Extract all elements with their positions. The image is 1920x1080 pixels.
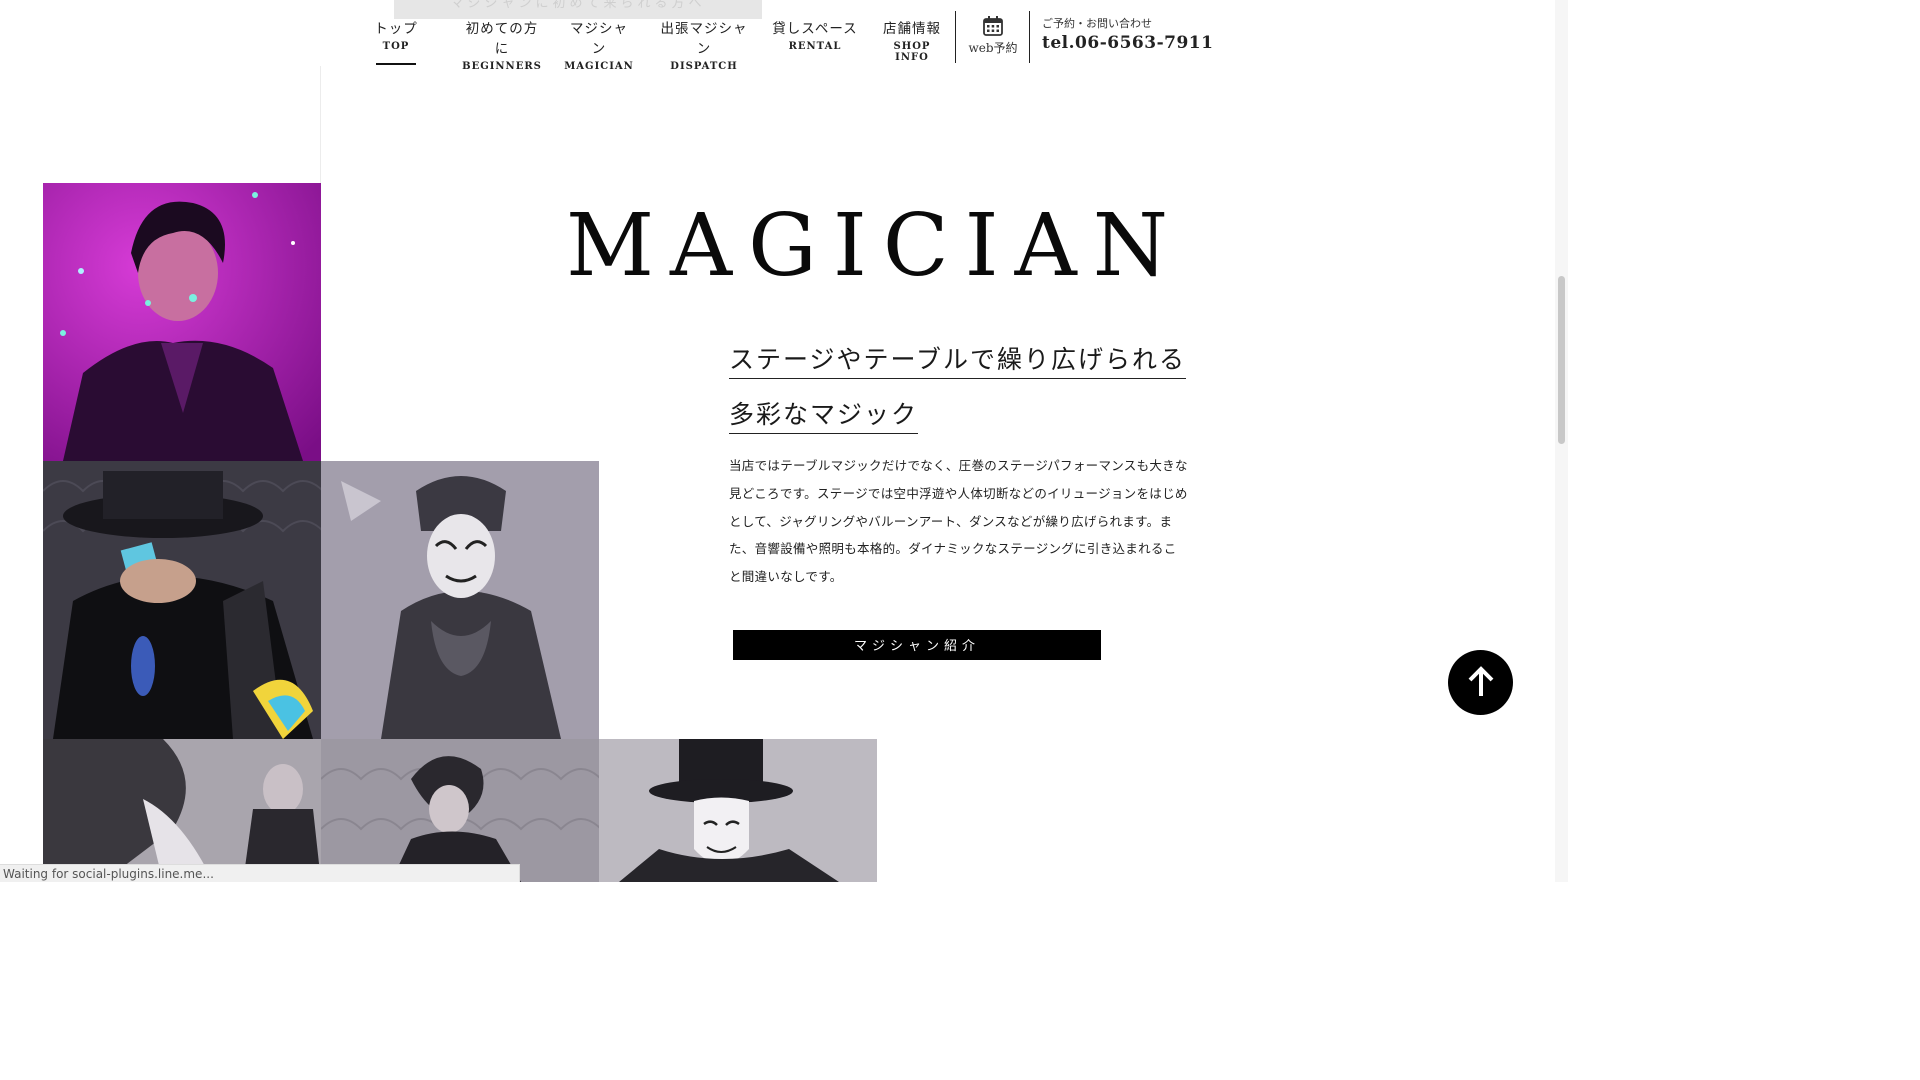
section-divider-line (320, 66, 321, 184)
headline-line-1: ステージやテーブルで繰り広げられる (729, 334, 1187, 379)
magician-photo-dancer (43, 739, 321, 882)
phone-number[interactable]: tel.06-6563-7911 (1042, 33, 1213, 53)
nav-item-sublabel: SHOP INFO (893, 41, 931, 63)
headline-line-2: 多彩なマジック (729, 389, 919, 434)
nav-item-sublabel: BEGINNERS (462, 61, 542, 72)
nav-divider (955, 11, 956, 63)
magician-photo-opera-mask (321, 461, 599, 739)
magician-photo-pink (43, 183, 321, 461)
nav-item-label: 貸しスペース (772, 21, 858, 37)
nav-item-dispatch[interactable]: 出張マジシャン DISPATCH (654, 17, 754, 72)
nav-item-label: トップ (374, 21, 418, 37)
magician-photo-hat-fan (43, 461, 321, 739)
calendar-icon (962, 15, 1024, 37)
nav-item-shop-info[interactable]: 店舗情報 SHOP INFO (878, 17, 946, 63)
back-to-top-button[interactable] (1448, 650, 1513, 715)
browser-status-bar: Waiting for social-plugins.line.me... (0, 864, 520, 882)
magician-intro-button[interactable]: マジシャン紹介 (733, 630, 1101, 660)
nav-item-sublabel: RENTAL (788, 41, 842, 52)
nav-item-beginners[interactable]: 初めての方に BEGINNERS (460, 17, 544, 72)
nav-item-label: 初めての方に (465, 21, 539, 57)
section-headline: ステージやテーブルで繰り広げられる 多彩なマジック (729, 334, 1199, 444)
scrollbar-thumb[interactable] (1558, 276, 1565, 444)
section-title: MAGICIAN (566, 196, 1184, 296)
nav-divider (1029, 11, 1030, 63)
nav-item-magician[interactable]: マジシャン MAGICIAN (563, 17, 635, 72)
section-description: 当店ではテーブルマジックだけでなく、圧巻のステージパフォーマンスも大きな見どころ… (729, 458, 1188, 585)
nav-item-top[interactable]: トップ TOP (374, 17, 418, 65)
nav-item-label: 店舗情報 (883, 21, 941, 37)
nav-item-rental[interactable]: 貸しスペース RENTAL (772, 17, 858, 52)
nav-item-label: 出張マジシャン (660, 21, 748, 57)
page-scrollbar[interactable] (1555, 0, 1568, 882)
contact-block[interactable]: ご予約・お問い合わせ tel.06-6563-7911 (1042, 15, 1213, 53)
nav-item-label: マジシャン (570, 21, 628, 57)
web-reserve-button[interactable]: web予約 (962, 15, 1024, 56)
nav-item-sublabel: TOP (382, 41, 410, 52)
contact-label: ご予約・お問い合わせ (1042, 17, 1152, 30)
nav-item-sublabel: DISPATCH (670, 61, 738, 72)
nav-item-sublabel: MAGICIAN (564, 61, 634, 72)
web-reserve-label: web予約 (968, 41, 1018, 55)
header-nav: トップ TOP 初めての方に BEGINNERS マジシャン MAGICIAN … (0, 0, 1568, 72)
magician-photo-performer (321, 739, 599, 882)
magician-photo-top-hat-mask (599, 739, 877, 882)
